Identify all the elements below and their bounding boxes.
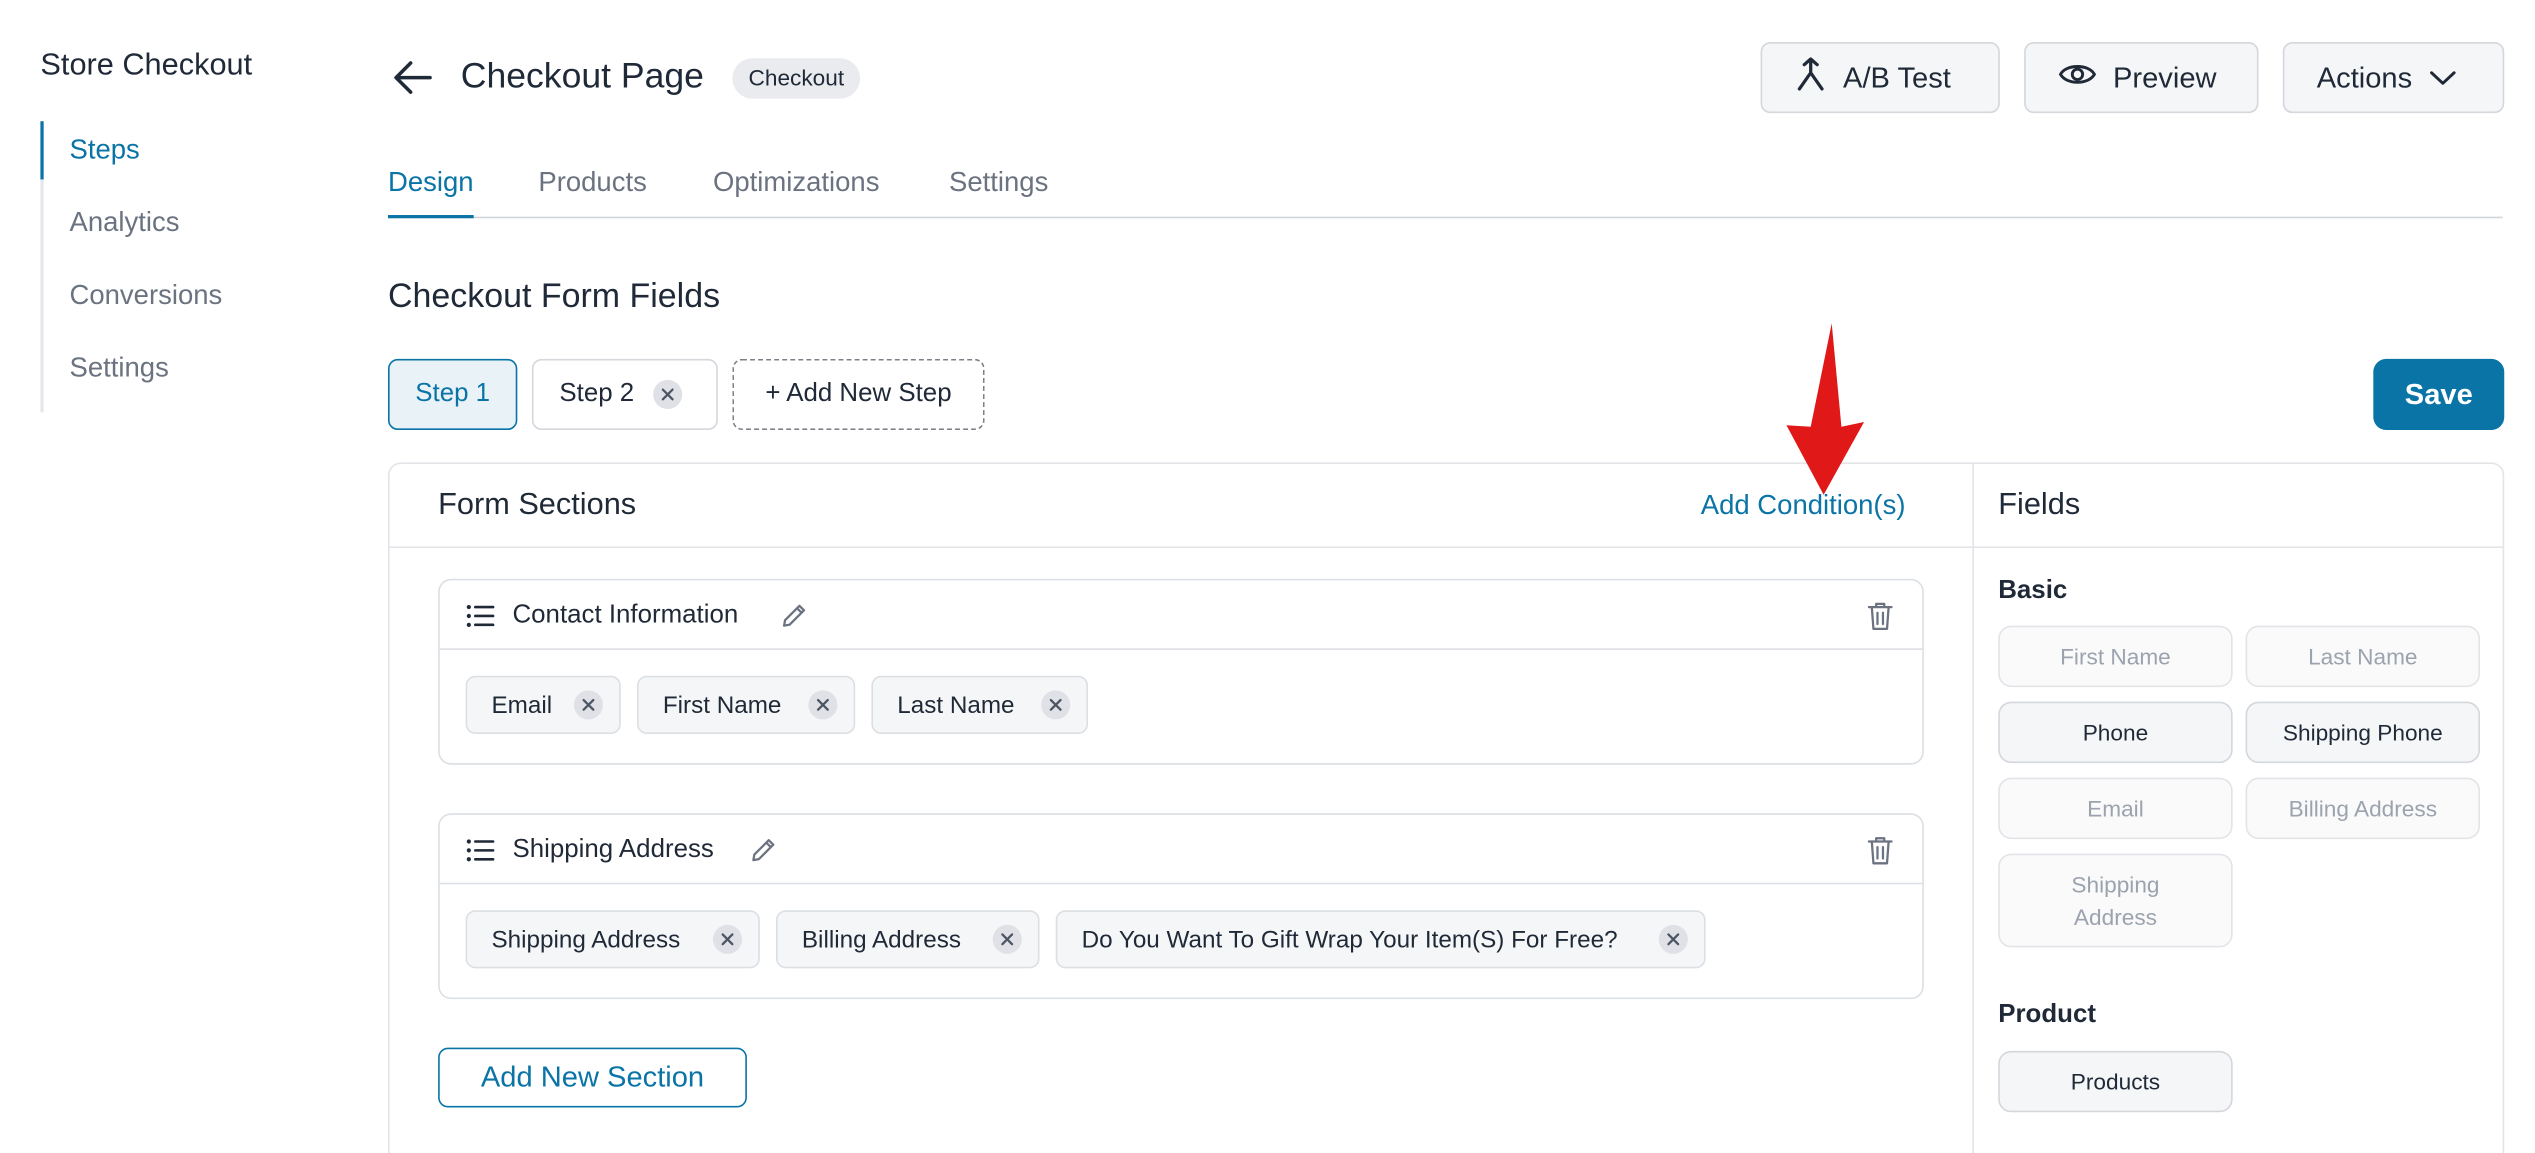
back-arrow-icon[interactable] <box>391 58 433 97</box>
page-type-badge: Checkout <box>732 58 861 99</box>
form-section-header: Contact Information <box>439 580 1923 650</box>
field-tile-shipping-phone[interactable]: Shipping Phone <box>2245 701 2481 764</box>
drag-handle-icon[interactable] <box>466 603 495 637</box>
field-chip-label: Billing Address <box>801 925 961 954</box>
sidebar-item-analytics[interactable]: Analytics <box>44 194 299 267</box>
form-sections-title: Form Sections <box>438 488 637 523</box>
close-icon[interactable] <box>712 924 743 954</box>
step-1-label: Step 1 <box>415 379 491 408</box>
field-tile-products[interactable]: Products <box>1998 1050 2233 1113</box>
tab-settings[interactable]: Settings <box>949 167 1048 219</box>
add-new-step-label: + Add New Step <box>765 379 952 408</box>
field-tile-phone[interactable]: Phone <box>1998 701 2233 764</box>
close-icon[interactable] <box>1658 924 1688 954</box>
field-chip[interactable]: Shipping Address <box>465 910 760 969</box>
field-chip-label: Shipping Address <box>491 925 681 954</box>
field-chip-label: First Name <box>662 691 782 719</box>
sidebar-nav: Steps Analytics Conversions Settings <box>40 121 299 413</box>
annotation-arrow <box>1785 323 1869 506</box>
sidebar-item-steps[interactable]: Steps <box>40 121 299 194</box>
drag-handle-icon[interactable] <box>466 837 495 871</box>
add-new-section-button[interactable]: Add New Section <box>438 1047 747 1108</box>
close-icon[interactable] <box>808 690 838 720</box>
checkout-form-fields-title: Checkout Form Fields <box>388 278 721 316</box>
page-tabs: Design Products Optimizations Settings <box>388 162 2503 219</box>
fields-title: Fields <box>1998 488 2081 523</box>
close-icon[interactable] <box>573 690 604 720</box>
panel-divider <box>1972 463 1974 1153</box>
pencil-icon[interactable] <box>749 836 778 873</box>
chevron-down-icon <box>2428 61 2457 95</box>
preview-button[interactable]: Preview <box>2024 42 2259 114</box>
field-tile-last-name[interactable]: Last Name <box>2245 625 2481 688</box>
tab-products[interactable]: Products <box>538 167 646 219</box>
sidebar: Store Checkout Steps Analytics Conversio… <box>0 0 372 1153</box>
actions-label: Actions <box>2316 60 2413 93</box>
field-chip[interactable]: Last Name <box>871 675 1089 734</box>
field-tile-first-name[interactable]: First Name <box>1998 625 2233 688</box>
form-section-card: Contact Information Email First Name Las… <box>438 578 1924 765</box>
split-icon <box>1795 56 1827 100</box>
form-builder-panel: Form Sections Add Condition(s) Fields Co… <box>388 462 2505 1153</box>
sidebar-item-settings[interactable]: Settings <box>44 340 299 413</box>
field-chip[interactable]: Billing Address <box>776 910 1040 969</box>
field-chip[interactable]: Do You Want To Gift Wrap Your Item(S) Fo… <box>1055 910 1706 969</box>
panel-header-divider <box>389 546 2503 549</box>
tab-design[interactable]: Design <box>388 167 474 219</box>
page-title: Checkout Page <box>460 54 704 96</box>
eye-icon <box>2058 59 2097 96</box>
field-tile-shipping-address[interactable]: Shipping Address <box>1998 853 2233 948</box>
field-tile-email[interactable]: Email <box>1998 777 2233 840</box>
fields-group-basic-label: Basic <box>1998 577 2068 605</box>
app-root: Store Checkout Steps Analytics Conversio… <box>0 0 2535 1153</box>
field-tile-billing-address[interactable]: Billing Address <box>2245 777 2481 840</box>
form-section-title: Shipping Address <box>512 835 714 864</box>
step-2-label: Step 2 <box>559 379 635 408</box>
fields-group-product-label: Product <box>1998 1000 2096 1029</box>
sidebar-title: Store Checkout <box>40 48 253 83</box>
ab-test-button[interactable]: A/B Test <box>1760 42 2000 114</box>
sidebar-item-conversions[interactable]: Conversions <box>44 267 299 340</box>
trash-icon[interactable] <box>1866 600 1895 640</box>
field-chip[interactable]: First Name <box>636 675 856 734</box>
step-2-tab[interactable]: Step 2 <box>531 358 718 431</box>
tab-optimizations[interactable]: Optimizations <box>713 167 879 219</box>
step-1-tab[interactable]: Step 1 <box>388 358 518 431</box>
form-section-card: Shipping Address Shipping Address Billin… <box>438 813 1924 1000</box>
pencil-icon[interactable] <box>779 601 808 638</box>
ab-test-label: A/B Test <box>1843 60 1951 93</box>
actions-dropdown-button[interactable]: Actions <box>2282 42 2505 114</box>
trash-icon[interactable] <box>1866 834 1895 874</box>
preview-label: Preview <box>2113 60 2217 93</box>
save-button[interactable]: Save <box>2373 358 2505 431</box>
close-icon[interactable] <box>653 379 683 410</box>
form-section-title: Contact Information <box>512 601 739 629</box>
field-chip-label: Do You Want To Gift Wrap Your Item(S) Fo… <box>1081 925 1618 954</box>
field-chip-label: Email <box>491 691 553 719</box>
field-chip-label: Last Name <box>897 691 1015 719</box>
close-icon[interactable] <box>1041 690 1071 720</box>
add-new-step-button[interactable]: + Add New Step <box>732 358 985 431</box>
field-chip[interactable]: Email <box>465 675 621 734</box>
form-section-header: Shipping Address <box>439 815 1923 885</box>
close-icon[interactable] <box>992 924 1022 954</box>
